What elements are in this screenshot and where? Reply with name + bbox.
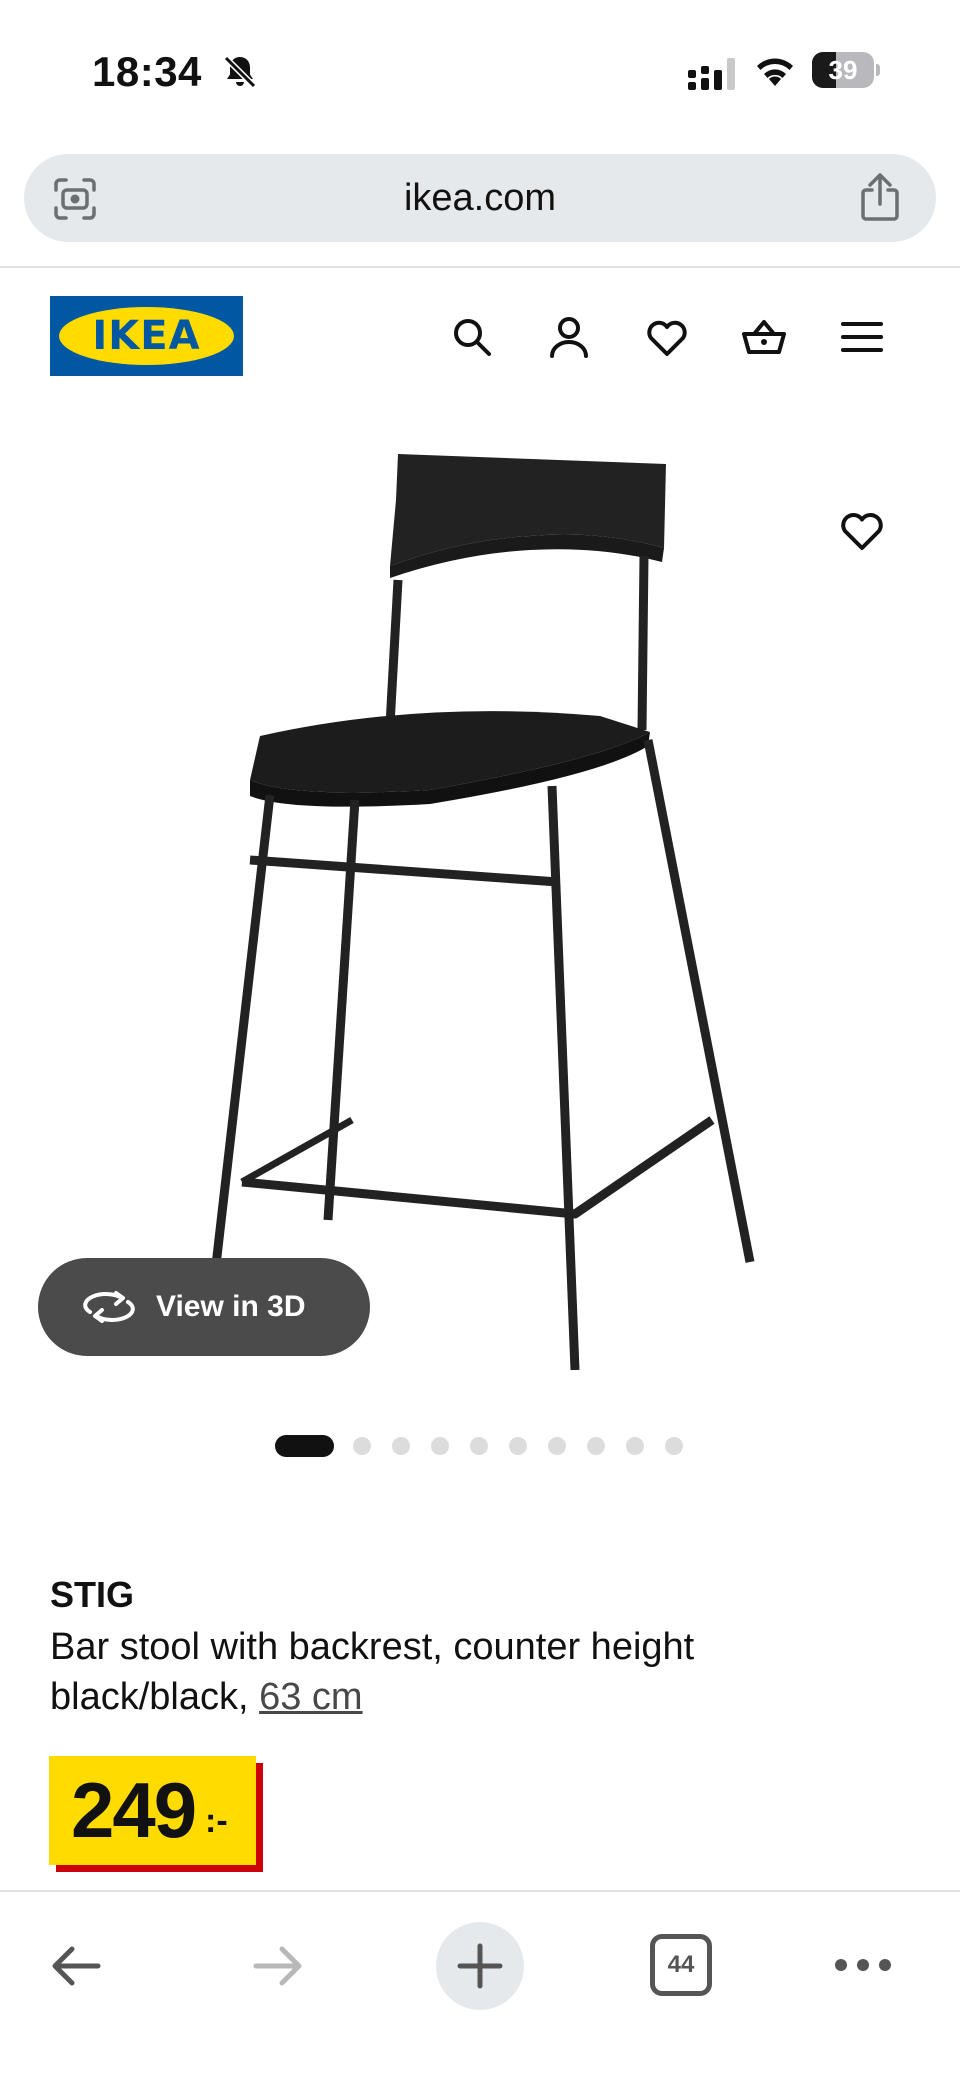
bell-slash-icon — [223, 55, 257, 89]
more-icon[interactable] — [832, 1950, 894, 1980]
view-in-3d-label: View in 3D — [156, 1290, 306, 1323]
account-icon[interactable] — [546, 314, 592, 360]
pagination-dot[interactable] — [470, 1437, 488, 1455]
scan-icon[interactable] — [52, 176, 98, 222]
product-name[interactable]: STIG — [50, 1574, 134, 1616]
pagination-dot[interactable] — [509, 1437, 527, 1455]
favourites-icon[interactable] — [644, 314, 690, 360]
pagination-dot[interactable] — [353, 1437, 371, 1455]
pagination-dot[interactable] — [431, 1437, 449, 1455]
ikea-logo[interactable]: IKEA — [50, 296, 243, 376]
forward-icon[interactable] — [248, 1936, 308, 1996]
pagination-dot[interactable] — [392, 1437, 410, 1455]
battery-icon: 39 — [812, 52, 880, 88]
wifi-icon — [757, 58, 793, 86]
price-tag: 249 :- — [49, 1756, 263, 1872]
product-variant: black/black, 63 cm — [50, 1672, 910, 1722]
pagination-dot[interactable] — [587, 1437, 605, 1455]
back-icon[interactable] — [46, 1936, 106, 1996]
basket-icon[interactable] — [741, 314, 787, 360]
menu-icon[interactable] — [839, 314, 885, 360]
rotate-3d-icon — [83, 1291, 135, 1323]
product-type: Bar stool with backrest, counter height — [50, 1626, 695, 1668]
tab-count: 44 — [667, 1951, 695, 1978]
signal-icon — [688, 58, 735, 90]
battery-level: 39 — [828, 55, 858, 85]
price-value: 249 — [71, 1766, 197, 1854]
status-bar: 18:34 39 — [0, 0, 960, 140]
pagination-dot[interactable] — [665, 1437, 683, 1455]
product-gallery[interactable]: View in 3D — [0, 400, 960, 1457]
address-bar[interactable]: ikea.com — [24, 154, 936, 242]
product-description: Bar stool with backrest, counter height … — [50, 1622, 910, 1722]
add-to-favourites-icon[interactable] — [838, 506, 886, 554]
plus-icon — [457, 1943, 503, 1989]
status-time: 18:34 — [92, 48, 202, 95]
product-color: black/black, — [50, 1676, 260, 1718]
search-icon[interactable] — [449, 314, 495, 360]
pagination-dot[interactable] — [626, 1437, 644, 1455]
tabs-button[interactable]: 44 — [650, 1934, 712, 1996]
browser-toolbar: 44 — [0, 1892, 960, 2081]
pagination-dot-active[interactable] — [275, 1435, 334, 1457]
share-icon[interactable] — [856, 172, 904, 222]
product-image[interactable] — [180, 440, 780, 1400]
pagination-dot[interactable] — [548, 1437, 566, 1455]
price-suffix: :- — [205, 1802, 228, 1840]
divider — [0, 266, 960, 268]
product-size-link[interactable]: 63 cm — [259, 1676, 362, 1718]
url-text[interactable]: ikea.com — [24, 154, 936, 242]
logo-text: IKEA — [92, 313, 201, 359]
view-in-3d-button[interactable]: View in 3D — [38, 1258, 370, 1356]
new-tab-button[interactable] — [436, 1922, 524, 2010]
image-pagination[interactable] — [275, 1434, 695, 1458]
